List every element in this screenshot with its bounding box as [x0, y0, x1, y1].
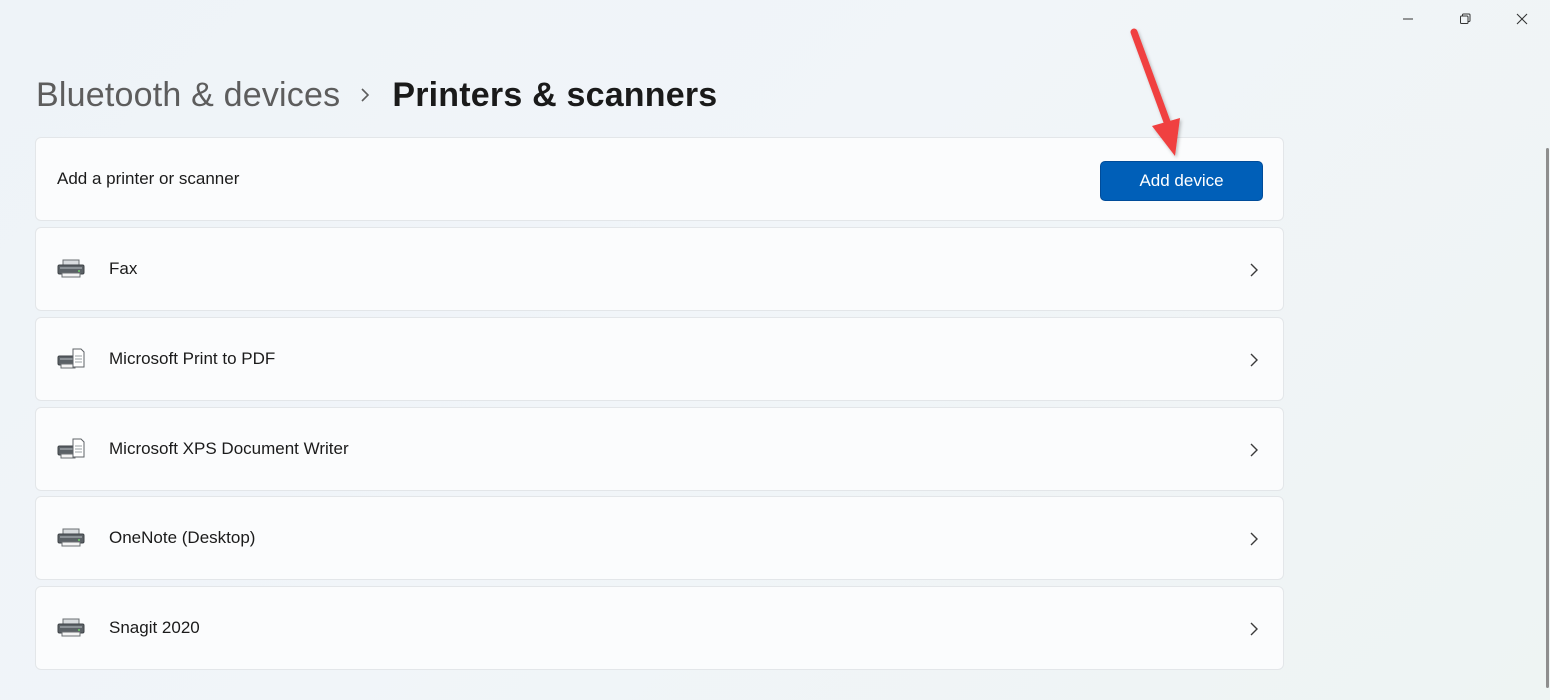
chevron-right-icon [1250, 532, 1258, 546]
printer-icon [57, 259, 85, 278]
chevron-right-icon [1250, 263, 1258, 277]
close-button[interactable] [1493, 0, 1550, 38]
scrollbar[interactable] [1546, 148, 1549, 688]
chevron-right-icon [360, 87, 370, 103]
printer-document-icon [57, 438, 85, 459]
device-name: Snagit 2020 [109, 618, 200, 637]
chevron-right-icon [1250, 443, 1258, 457]
printer-icon [57, 528, 85, 547]
chevron-right-icon [1250, 622, 1258, 636]
minimize-icon [1402, 18, 1413, 20]
device-item-microsoft-xps-document-writer[interactable]: Microsoft XPS Document Writer [35, 407, 1284, 491]
device-item-onenote-desktop[interactable]: OneNote (Desktop) [35, 496, 1284, 580]
device-item-microsoft-print-to-pdf[interactable]: Microsoft Print to PDF [35, 317, 1284, 401]
restore-icon [1459, 13, 1470, 24]
add-printer-card: Add a printer or scanner Add device [35, 137, 1284, 221]
breadcrumb: Bluetooth & devices Printers & scanners [36, 72, 717, 118]
annotation-arrow-icon [1130, 28, 1180, 156]
device-item-snagit-2020[interactable]: Snagit 2020 [35, 586, 1284, 670]
chevron-right-icon [1250, 353, 1258, 367]
device-name: OneNote (Desktop) [109, 528, 256, 547]
printer-icon [57, 618, 85, 637]
minimize-button[interactable] [1379, 0, 1436, 38]
window-controls [1379, 0, 1550, 38]
add-device-button[interactable]: Add device [1100, 161, 1263, 201]
close-icon [1516, 13, 1527, 25]
breadcrumb-parent-link[interactable]: Bluetooth & devices [36, 76, 340, 115]
printer-document-icon [57, 348, 85, 369]
device-name: Fax [109, 259, 138, 278]
page-title: Printers & scanners [392, 75, 718, 114]
device-item-fax[interactable]: Fax [35, 227, 1284, 311]
device-name: Microsoft Print to PDF [109, 349, 276, 368]
restore-button[interactable] [1436, 0, 1493, 38]
add-printer-label: Add a printer or scanner [57, 169, 240, 188]
device-name: Microsoft XPS Document Writer [109, 439, 349, 458]
